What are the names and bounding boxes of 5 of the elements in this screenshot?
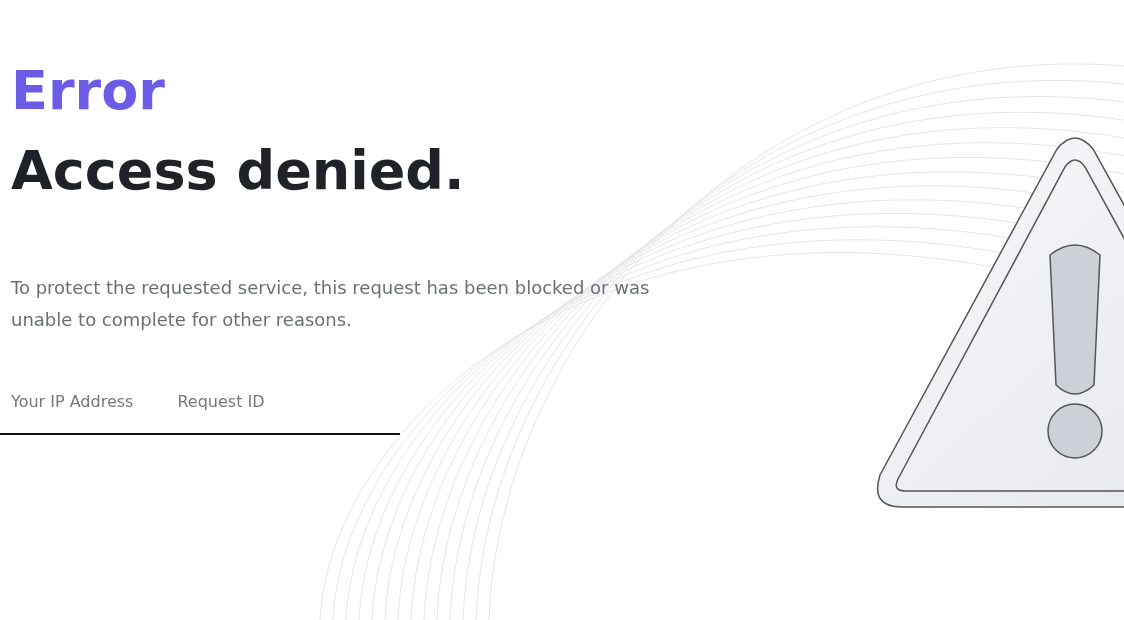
error-label: Error: [11, 58, 166, 124]
message-text: To protect the requested service, this request has been blocked or was unable to complete for other reasons.: [11, 276, 651, 332]
page-title: Access denied.: [11, 138, 466, 204]
detail-label: Request ID: [177, 392, 265, 411]
detail-label: Your IP Address: [11, 392, 134, 411]
